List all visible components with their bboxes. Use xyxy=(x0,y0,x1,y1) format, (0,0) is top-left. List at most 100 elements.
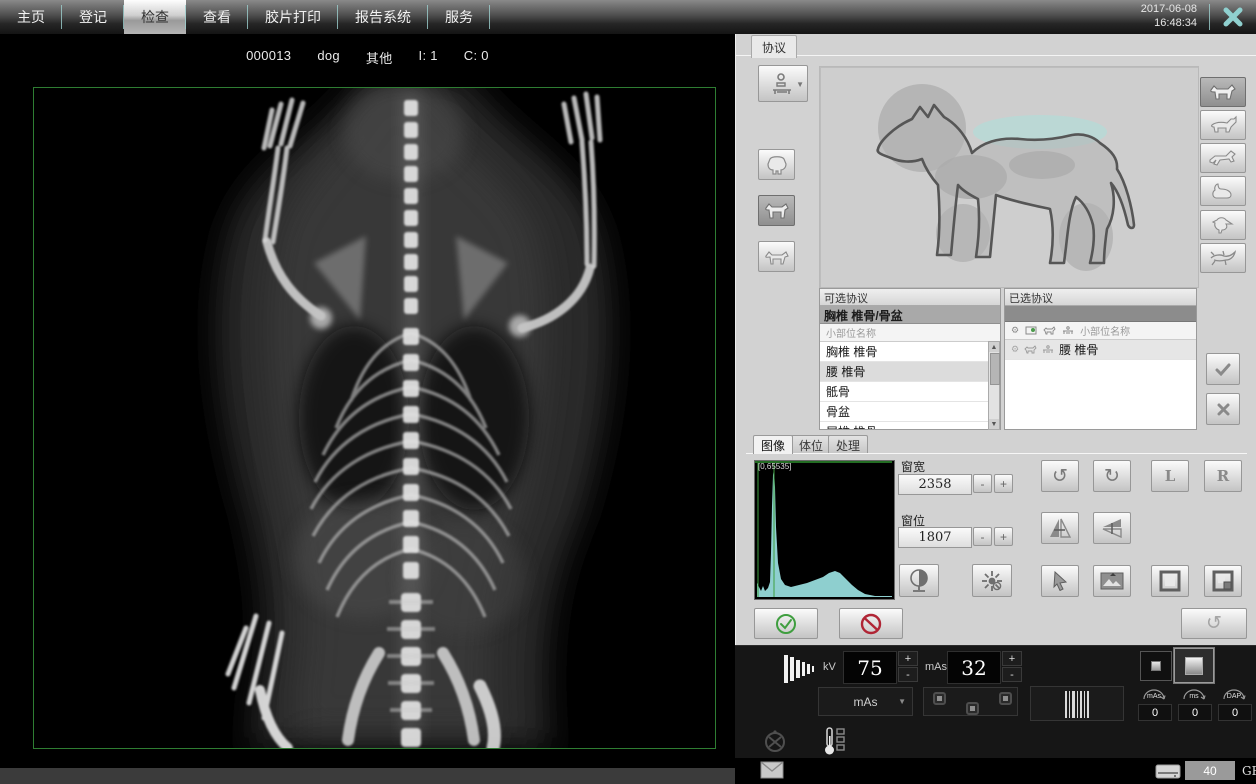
dog-front-icon xyxy=(765,155,789,175)
protocol-item-thoracic[interactable]: 胸椎 椎骨 xyxy=(820,342,1000,362)
patient-table-button[interactable]: ▼ xyxy=(758,65,808,102)
menu-item-register[interactable]: 登记 xyxy=(62,0,124,34)
save-region-button[interactable] xyxy=(1204,565,1242,597)
scrollbar-thumb[interactable] xyxy=(990,353,1000,385)
posture-lateral-button[interactable] xyxy=(758,241,795,272)
small-focus-button[interactable] xyxy=(1140,651,1172,681)
image-processing-button[interactable] xyxy=(972,564,1012,597)
anatomy-diagram[interactable] xyxy=(819,66,1199,288)
flip-horizontal-icon xyxy=(1048,517,1072,539)
dap-dial-icon: DAP xyxy=(1221,687,1247,703)
window-level-value[interactable]: 1807 xyxy=(898,527,972,548)
accept-check-icon xyxy=(775,613,797,635)
marker-left-button[interactable]: L xyxy=(1151,460,1189,492)
mas-plus-button[interactable]: + xyxy=(1002,651,1022,666)
selected-column-header: ⚙ 小部位名称 xyxy=(1005,322,1196,340)
wl-plus-button[interactable]: + xyxy=(994,527,1013,546)
aec-field-center[interactable] xyxy=(966,702,979,715)
contrast-button[interactable] xyxy=(899,564,939,597)
histogram[interactable]: ​ [0,65535] xyxy=(754,460,895,600)
tab-processing[interactable]: 处理 xyxy=(828,435,868,454)
reset-icon: ↺ xyxy=(1206,612,1222,635)
aec-field-right[interactable] xyxy=(999,692,1012,705)
protocol-item-lumbar[interactable]: 腰 椎骨 xyxy=(820,362,1000,382)
window-width-label: 窗宽 xyxy=(901,458,925,475)
dropdown-caret-icon: ▼ xyxy=(796,80,804,89)
wl-minus-button[interactable]: - xyxy=(973,527,992,546)
image-stamp-icon xyxy=(1100,571,1124,591)
window-width-value[interactable]: 2358 xyxy=(898,474,972,495)
scroll-up-icon[interactable]: ▲ xyxy=(989,342,999,352)
species-bird-button[interactable] xyxy=(1200,210,1246,240)
close-button[interactable] xyxy=(1210,0,1256,34)
ww-plus-button[interactable]: + xyxy=(994,474,1013,493)
crop-region-button[interactable] xyxy=(1151,565,1189,597)
generator-panel: kV 75 + - mAs 32 + - mAs▼ xyxy=(735,645,1256,759)
selected-list-toolbar xyxy=(1005,306,1196,322)
protocol-group-header[interactable]: 胸椎 椎骨/骨盆 xyxy=(820,306,1000,324)
menu-item-report-system[interactable]: 报告系统 xyxy=(338,0,428,34)
protocol-item-sacrum[interactable]: 骶骨 xyxy=(820,382,1000,402)
table-icon xyxy=(1042,345,1054,354)
aec-field-selector[interactable] xyxy=(923,687,1018,716)
rotate-cw-button[interactable]: ↻ xyxy=(1093,460,1131,492)
status-bar: 40 GB xyxy=(735,758,1256,784)
storage-unit-label: GB xyxy=(1242,764,1256,778)
selected-protocol-row[interactable]: ⚙ 腰 椎骨 xyxy=(1005,340,1196,360)
crop-icon xyxy=(1159,570,1181,592)
time-text: 16:48:34 xyxy=(1141,17,1197,31)
kv-value[interactable]: 75 xyxy=(843,651,897,684)
marker-right-button[interactable]: R xyxy=(1204,460,1242,492)
posture-side-button[interactable] xyxy=(758,195,795,226)
kv-plus-button[interactable]: + xyxy=(898,651,918,666)
mas-label: mAs xyxy=(925,661,947,673)
cat-icon xyxy=(1208,115,1238,135)
flip-vertical-button[interactable] xyxy=(1093,512,1131,544)
posture-front-button[interactable] xyxy=(758,149,795,180)
pointer-tool-button[interactable] xyxy=(1041,565,1079,597)
menu-item-view[interactable]: 查看 xyxy=(186,0,248,34)
tab-protocol[interactable]: 协议 xyxy=(751,35,797,58)
confirm-protocol-button[interactable] xyxy=(1206,353,1240,385)
aec-field-left[interactable] xyxy=(933,692,946,705)
species-cat-button[interactable] xyxy=(1200,110,1246,140)
kv-label: kV xyxy=(823,661,836,673)
readout-ms-label: ms xyxy=(1178,687,1210,705)
cursor-icon xyxy=(1051,571,1069,591)
message-envelope-icon[interactable] xyxy=(760,761,784,779)
mas-minus-button[interactable]: - xyxy=(1002,667,1022,682)
small-focus-icon xyxy=(1151,661,1161,671)
reset-button[interactable]: ↺ xyxy=(1181,608,1247,639)
species-rabbit-button[interactable] xyxy=(1200,176,1246,206)
species-horse-button[interactable] xyxy=(1200,143,1246,173)
species-dog-button[interactable] xyxy=(1200,77,1246,107)
dog-lateral-icon xyxy=(763,247,791,267)
menu-item-film-print[interactable]: 胶片打印 xyxy=(248,0,338,34)
kv-minus-button[interactable]: - xyxy=(898,667,918,682)
remove-protocol-button[interactable] xyxy=(1206,393,1240,425)
tab-image[interactable]: 图像 xyxy=(753,435,793,454)
menu-item-home[interactable]: 主页 xyxy=(0,0,62,34)
barcode-box[interactable] xyxy=(1030,686,1124,721)
exposure-mode-dropdown[interactable]: mAs▼ xyxy=(818,687,913,716)
mas-value[interactable]: 32 xyxy=(947,651,1001,684)
reject-image-button[interactable] xyxy=(839,608,903,639)
flip-horizontal-button[interactable] xyxy=(1041,512,1079,544)
dog-side-icon xyxy=(763,201,791,221)
menu-item-service[interactable]: 服务 xyxy=(428,0,490,34)
protocol-item-pelvis[interactable]: 骨盆 xyxy=(820,402,1000,422)
available-list-scrollbar[interactable]: ▲ ▼ xyxy=(988,341,1000,430)
annotation-tool-button[interactable] xyxy=(1093,565,1131,597)
scroll-down-icon[interactable]: ▼ xyxy=(989,419,999,429)
xray-image[interactable] xyxy=(33,87,716,749)
large-focus-button[interactable] xyxy=(1174,648,1214,683)
ww-minus-button[interactable]: - xyxy=(973,474,992,493)
rotate-ccw-button[interactable]: ↺ xyxy=(1041,460,1079,492)
contrast-icon xyxy=(908,569,930,593)
accept-image-button[interactable] xyxy=(754,608,818,639)
protocol-item-caudal[interactable]: 尾椎 椎骨 xyxy=(820,422,1000,430)
selected-protocols-title: 已选协议 xyxy=(1005,289,1196,306)
species-reptile-button[interactable] xyxy=(1200,243,1246,273)
menu-item-exam[interactable]: 检查 xyxy=(124,0,186,34)
tab-position[interactable]: 体位 xyxy=(791,435,831,454)
